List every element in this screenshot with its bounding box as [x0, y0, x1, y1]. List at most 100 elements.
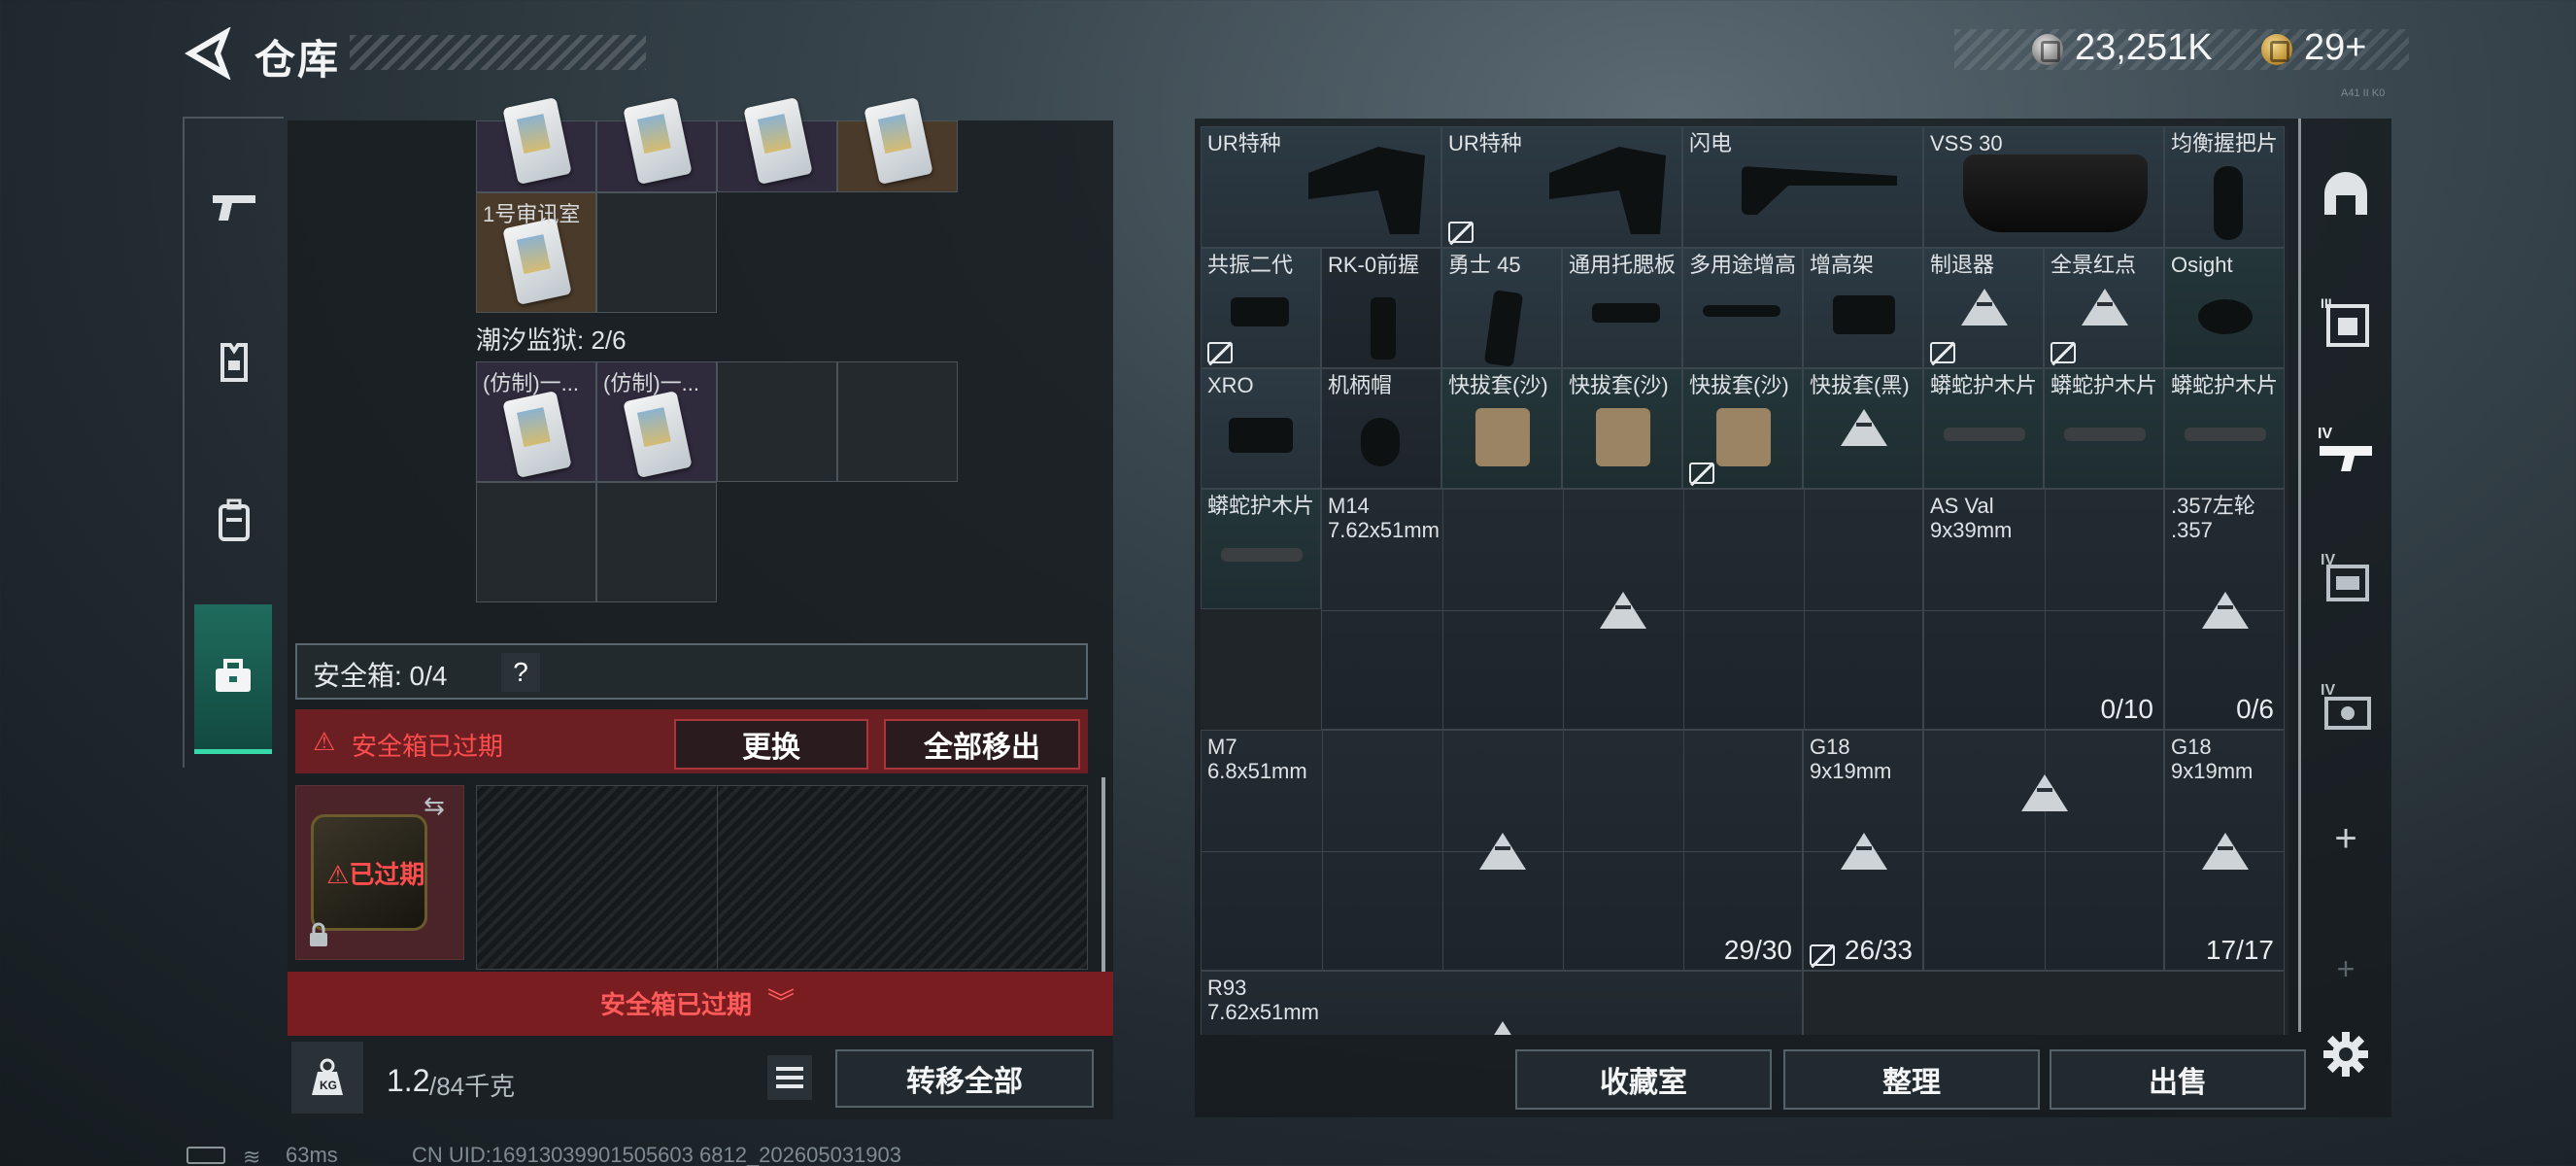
- weapon-item[interactable]: M14 7.62x51mm: [1321, 489, 1923, 730]
- weapon-item[interactable]: G18 9x19mm 26/33: [1803, 730, 1923, 971]
- keycard-label: 1号审讯室: [483, 202, 581, 226]
- stash-item[interactable]: XRO: [1201, 368, 1321, 489]
- stash-item[interactable]: 蟒蛇护木片: [1201, 489, 1321, 609]
- item-name: .357左轮 .357: [2171, 494, 2255, 542]
- warning-icon: ⚠: [326, 860, 350, 889]
- stash-grid: UR特种 UR特种 闪电 VSS 30 均衡握把片 共振二代 RK-0前握 勇士…: [1201, 126, 2288, 1035]
- filter-helmet[interactable]: [2312, 159, 2380, 227]
- stash-item[interactable]: 快拔套(沙): [1562, 368, 1682, 489]
- stash-item[interactable]: 均衡握把片: [2164, 126, 2285, 248]
- stash-item[interactable]: 多用途增高: [1682, 248, 1803, 368]
- stash-item[interactable]: 勇士 45: [1441, 248, 1562, 368]
- gun-icon: [213, 195, 255, 221]
- keycard-icon: [864, 97, 933, 185]
- empty-slot[interactable]: [837, 361, 958, 482]
- uid-text: CN UID:16913039901505603 6812_2026050319…: [412, 1143, 902, 1166]
- safebox-label: 安全箱: 0/4: [313, 661, 448, 691]
- replace-button[interactable]: 更换: [674, 719, 868, 770]
- collection-room-button[interactable]: 收藏室: [1515, 1049, 1772, 1110]
- chevron-down-icon[interactable]: ︾: [767, 981, 795, 1020]
- item-name: XRO: [1207, 373, 1254, 397]
- stash-item[interactable]: [1923, 730, 2164, 971]
- svg-text:IV: IV: [2321, 552, 2335, 568]
- container-slot[interactable]: [596, 97, 717, 192]
- stash-item[interactable]: 快拔套(沙): [1682, 368, 1803, 489]
- sidebar-tab-weapons[interactable]: [190, 154, 278, 260]
- swap-icon[interactable]: ⇆: [424, 791, 445, 821]
- back-arrow-icon[interactable]: [183, 27, 231, 80]
- sort-button[interactable]: 整理: [1783, 1049, 2040, 1110]
- weapon-item[interactable]: G18 9x19mm 17/17: [2164, 730, 2285, 971]
- stash-item[interactable]: 蟒蛇护木片: [1923, 368, 2044, 489]
- keycard-slot[interactable]: 1号审讯室: [476, 192, 596, 313]
- stash-item[interactable]: 增高架: [1803, 248, 1923, 368]
- stash-item[interactable]: 蟒蛇护木片: [2164, 368, 2285, 489]
- weapon-item[interactable]: M7 6.8x51mm 29/30: [1201, 730, 1803, 971]
- gold-amount[interactable]: 29+: [2304, 27, 2366, 69]
- stash-item[interactable]: UR特种: [1201, 126, 1441, 248]
- silver-amount: 23,251K: [2075, 27, 2213, 68]
- stash-item[interactable]: 蟒蛇护木片: [2044, 368, 2164, 489]
- stash-item[interactable]: 通用托腮板: [1562, 248, 1682, 368]
- stash-item[interactable]: 全景红点: [2044, 248, 2164, 368]
- sell-button[interactable]: 出售: [2050, 1049, 2306, 1110]
- stash-item[interactable]: 制退器: [1923, 248, 2044, 368]
- ping-text: 63ms: [286, 1143, 338, 1166]
- sidebar-tab-armor[interactable]: [190, 309, 278, 416]
- stash-item[interactable]: UR特种: [1441, 126, 1682, 248]
- stash-item[interactable]: 快拔套(黑): [1803, 368, 1923, 489]
- filter-level-IV-card[interactable]: IV: [2312, 544, 2380, 612]
- level-III-gear-icon: III: [2321, 295, 2369, 347]
- stash-item[interactable]: RK-0前握: [1321, 248, 1441, 368]
- list-icon[interactable]: [767, 1055, 812, 1100]
- weapon-item[interactable]: .357左轮 .357 0/6: [2164, 489, 2285, 730]
- item-name: 快拔套(沙): [1689, 373, 1789, 397]
- item-name: G18 9x19mm: [2171, 735, 2254, 783]
- container-slot[interactable]: [837, 97, 958, 192]
- safebox-expired-footer-text: 安全箱已过期: [600, 990, 753, 1019]
- stash-item[interactable]: VSS 30: [1923, 126, 2164, 248]
- empty-slot[interactable]: [1803, 971, 2285, 1035]
- stash-item[interactable]: 机柄帽: [1321, 368, 1441, 489]
- unknown-item-icon: [1600, 592, 1646, 629]
- container-slot[interactable]: [476, 97, 596, 192]
- keycard-icon: [743, 97, 813, 185]
- keycard-icon: [623, 97, 693, 185]
- stash-item[interactable]: 闪电: [1682, 126, 1923, 248]
- ammo-count: 17/17: [2205, 935, 2274, 965]
- stash-item[interactable]: Osight: [2164, 248, 2285, 368]
- unknown-item-icon: [1841, 833, 1887, 870]
- item-name: 通用托腮板: [1569, 253, 1677, 277]
- empty-slot[interactable]: [596, 482, 717, 602]
- scrollbar[interactable]: [1102, 777, 1105, 972]
- filter-level-IV-money[interactable]: IV: [2312, 674, 2380, 742]
- filter-level-III-gear[interactable]: III: [2312, 288, 2380, 356]
- item-name: 机柄帽: [1328, 373, 1393, 397]
- section-label: 潮汐监狱: 2/6: [476, 326, 627, 355]
- filter-level-IV-weapon[interactable]: IV: [2312, 414, 2380, 482]
- keycard-slot[interactable]: (仿制)一...: [596, 361, 717, 482]
- gold-coin-icon[interactable]: [2261, 34, 2292, 65]
- item-name: UR特种: [1448, 131, 1522, 155]
- add-filter-button[interactable]: +: [2312, 805, 2380, 873]
- stash-item[interactable]: 快拔套(沙): [1441, 368, 1562, 489]
- stash-item[interactable]: 共振二代: [1201, 248, 1321, 368]
- safebox-grid[interactable]: [476, 785, 1088, 970]
- safebox-item-status-text: 已过期: [349, 860, 425, 889]
- empty-slot[interactable]: [476, 482, 596, 602]
- empty-slot[interactable]: [717, 361, 837, 482]
- container-slot[interactable]: [717, 97, 837, 192]
- settings-button[interactable]: [2312, 1020, 2380, 1088]
- remove-all-button[interactable]: 全部移出: [884, 719, 1080, 770]
- item-name: 蟒蛇护木片: [1207, 494, 1315, 518]
- safebox-item-status: ⚠已过期: [326, 855, 424, 891]
- empty-slot[interactable]: [596, 192, 717, 313]
- keycard-slot[interactable]: (仿制)一...: [476, 361, 596, 482]
- sidebar-tab-backpack[interactable]: [190, 466, 278, 573]
- help-button[interactable]: ?: [501, 653, 540, 692]
- sidebar-tab-toolbox[interactable]: [194, 604, 272, 754]
- no-insurance-icon: [1930, 342, 1955, 363]
- weapon-item[interactable]: AS Val 9x39mm 0/10: [1923, 489, 2164, 730]
- transfer-all-button[interactable]: 转移全部: [835, 1049, 1094, 1108]
- weapon-item[interactable]: R93 7.62x51mm: [1201, 971, 1803, 1035]
